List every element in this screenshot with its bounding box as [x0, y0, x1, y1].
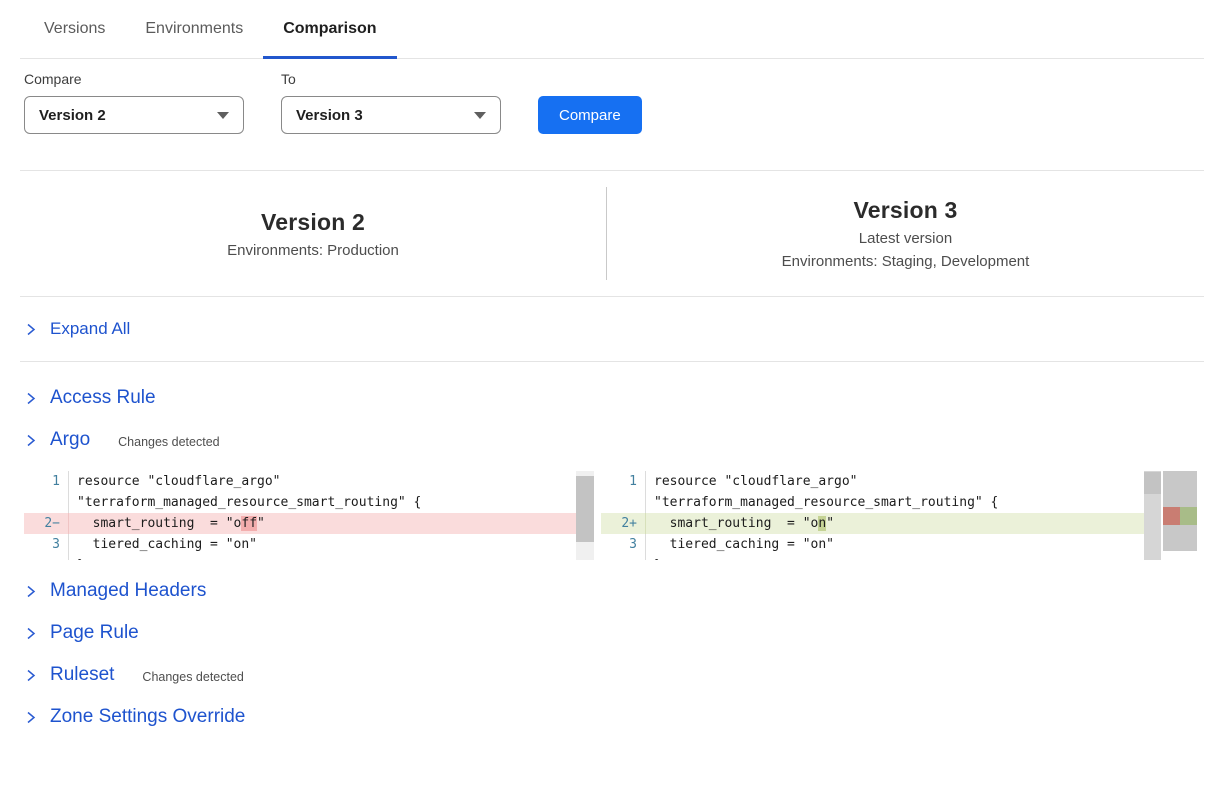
compare-field: Compare Version 2 [24, 71, 244, 134]
compare-button[interactable]: Compare [538, 96, 642, 134]
section-zone-settings-override[interactable]: Zone Settings Override [20, 706, 1204, 728]
version-right-environments: Environments: Staging, Development [607, 253, 1204, 270]
section-label: Page Rule [50, 622, 139, 644]
code-line-added: 2+ smart_routing = "on" [601, 513, 1161, 534]
section-label: Zone Settings Override [50, 706, 245, 728]
chevron-down-icon [474, 112, 486, 119]
right-pane-scrollbar[interactable] [1144, 471, 1161, 560]
code-line: 3 tiered_caching = "on" [601, 534, 1161, 555]
chevron-right-icon [24, 711, 37, 724]
section-managed-headers[interactable]: Managed Headers [20, 580, 1204, 602]
section-label: Argo [50, 429, 90, 451]
ruler-added-mark [1180, 507, 1197, 525]
code-line: } [601, 555, 1161, 560]
code-text: "terraform_managed_resource_smart_routin… [69, 492, 421, 513]
code-text: tiered_caching = "on" [69, 534, 257, 555]
code-text: } [69, 555, 85, 560]
comparison-page: Versions Environments Comparison Compare… [0, 0, 1224, 788]
compare-from-value: Version 2 [39, 107, 106, 124]
line-number [24, 555, 69, 560]
line-number: 1 [24, 471, 69, 492]
code-line: 1 resource "cloudflare_argo" [24, 471, 594, 492]
diff-pane-left: 1 resource "cloudflare_argo" "terraform_… [24, 471, 594, 560]
code-line-removed: 2− smart_routing = "off" [24, 513, 594, 534]
compare-from-select[interactable]: Version 2 [24, 96, 244, 134]
version-left-title: Version 2 [20, 209, 606, 236]
tab-environments[interactable]: Environments [125, 0, 263, 58]
section-label: Ruleset [50, 664, 114, 686]
argo-diff-viewer: 1 resource "cloudflare_argo" "terraform_… [20, 471, 1204, 560]
version-left-header: Version 2 Environments: Production [20, 209, 606, 259]
scrollbar-thumb[interactable] [576, 476, 594, 542]
to-field: To Version 3 [281, 71, 501, 134]
tab-versions[interactable]: Versions [24, 0, 125, 58]
section-label: Access Rule [50, 387, 156, 409]
section-ruleset[interactable]: Ruleset Changes detected [20, 664, 1204, 686]
changes-detected-badge: Changes detected [142, 667, 243, 684]
chevron-right-icon [24, 323, 37, 336]
chevron-right-icon [24, 585, 37, 598]
compare-label: Compare [24, 71, 244, 87]
expand-all-label: Expand All [50, 319, 130, 339]
compare-to-select[interactable]: Version 3 [281, 96, 501, 134]
line-number [24, 492, 69, 513]
left-pane-scrollbar[interactable] [576, 471, 594, 560]
line-number: 3 [24, 534, 69, 555]
changes-detected-badge: Changes detected [118, 432, 219, 449]
chevron-right-icon [24, 434, 37, 447]
code-line: 3 tiered_caching = "on" [24, 534, 594, 555]
code-text: "terraform_managed_resource_smart_routin… [646, 492, 998, 513]
compare-to-value: Version 3 [296, 107, 363, 124]
removed-char-highlight: ff [241, 516, 257, 531]
line-number: 2+ [601, 513, 646, 534]
code-text: smart_routing = "off" [69, 513, 265, 534]
diff-overview-ruler [1163, 471, 1197, 551]
section-access-rule[interactable]: Access Rule [20, 387, 1204, 409]
section-page-rule[interactable]: Page Rule [20, 622, 1204, 644]
code-line: 1 resource "cloudflare_argo" [601, 471, 1161, 492]
version-headers: Version 2 Environments: Production Versi… [20, 171, 1204, 297]
to-label: To [281, 71, 501, 87]
version-right-title: Version 3 [607, 197, 1204, 224]
code-text: } [646, 555, 662, 560]
tab-comparison[interactable]: Comparison [263, 0, 396, 58]
code-text: resource "cloudflare_argo" [646, 471, 858, 492]
version-right-latest: Latest version [607, 230, 1204, 247]
tab-bar: Versions Environments Comparison [20, 0, 1204, 59]
ruler-removed-mark [1163, 507, 1180, 525]
chevron-right-icon [24, 669, 37, 682]
line-number [601, 492, 646, 513]
code-text: tiered_caching = "on" [646, 534, 834, 555]
expand-all-button[interactable]: Expand All [20, 297, 1204, 362]
code-line-wrap: "terraform_managed_resource_smart_routin… [24, 492, 594, 513]
line-number [601, 555, 646, 560]
section-argo[interactable]: Argo Changes detected [20, 429, 1204, 451]
version-right-header: Version 3 Latest version Environments: S… [607, 197, 1204, 270]
code-text: resource "cloudflare_argo" [69, 471, 281, 492]
chevron-down-icon [217, 112, 229, 119]
chevron-right-icon [24, 392, 37, 405]
section-label: Managed Headers [50, 580, 206, 602]
compare-form: Compare Version 2 To Version 3 Compare [20, 71, 1204, 134]
scrollbar-thumb[interactable] [1144, 472, 1161, 494]
line-number: 3 [601, 534, 646, 555]
diff-pane-right: 1 resource "cloudflare_argo" "terraform_… [601, 471, 1161, 560]
line-number: 2− [24, 513, 69, 534]
code-line: } [24, 555, 594, 560]
version-left-environments: Environments: Production [20, 242, 606, 259]
line-number: 1 [601, 471, 646, 492]
code-text: smart_routing = "on" [646, 513, 834, 534]
code-line-wrap: "terraform_managed_resource_smart_routin… [601, 492, 1161, 513]
chevron-right-icon [24, 627, 37, 640]
